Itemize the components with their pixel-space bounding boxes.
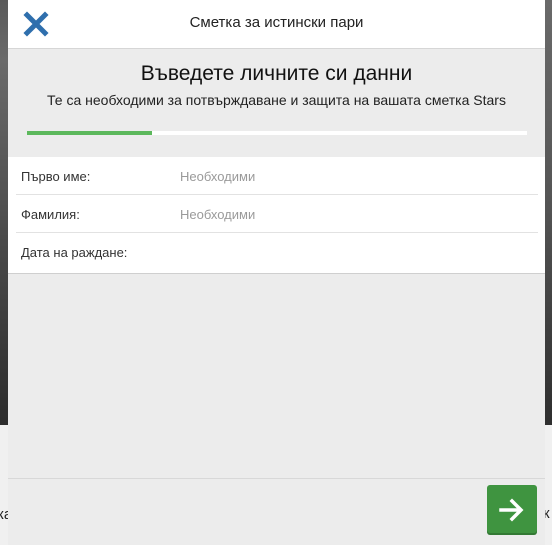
registration-dialog: Сметка за истински пари Въведете личните… bbox=[8, 0, 545, 545]
page-subheading: Те са необходими за потвърждаване и защи… bbox=[47, 92, 506, 108]
first-name-input[interactable] bbox=[180, 163, 530, 189]
last-name-label: Фамилия: bbox=[21, 207, 80, 222]
backdrop-bottom-left bbox=[0, 425, 8, 545]
dialog-header: Сметка за истински пари bbox=[8, 0, 545, 49]
personal-details-form: Първо име: Фамилия: Дата на раждане: bbox=[8, 157, 545, 274]
progress-bar-fill bbox=[27, 131, 152, 135]
arrow-right-icon bbox=[499, 498, 524, 522]
page-heading: Въведете личните си данни bbox=[140, 62, 413, 85]
footer-divider bbox=[8, 478, 545, 479]
next-button[interactable] bbox=[487, 485, 537, 535]
first-name-label: Първо име: bbox=[21, 169, 91, 184]
birth-date-label: Дата на раждане: bbox=[21, 245, 128, 260]
progress-bar bbox=[27, 131, 527, 135]
first-name-row: Първо име: bbox=[16, 157, 538, 195]
last-name-row: Фамилия: bbox=[16, 195, 538, 233]
last-name-input[interactable] bbox=[180, 201, 530, 227]
birth-date-row: Дата на раждане: bbox=[16, 233, 538, 270]
dialog-title: Сметка за истински пари bbox=[189, 14, 364, 31]
birth-date-input[interactable] bbox=[180, 239, 530, 265]
backdrop-bottom-right bbox=[545, 425, 552, 545]
